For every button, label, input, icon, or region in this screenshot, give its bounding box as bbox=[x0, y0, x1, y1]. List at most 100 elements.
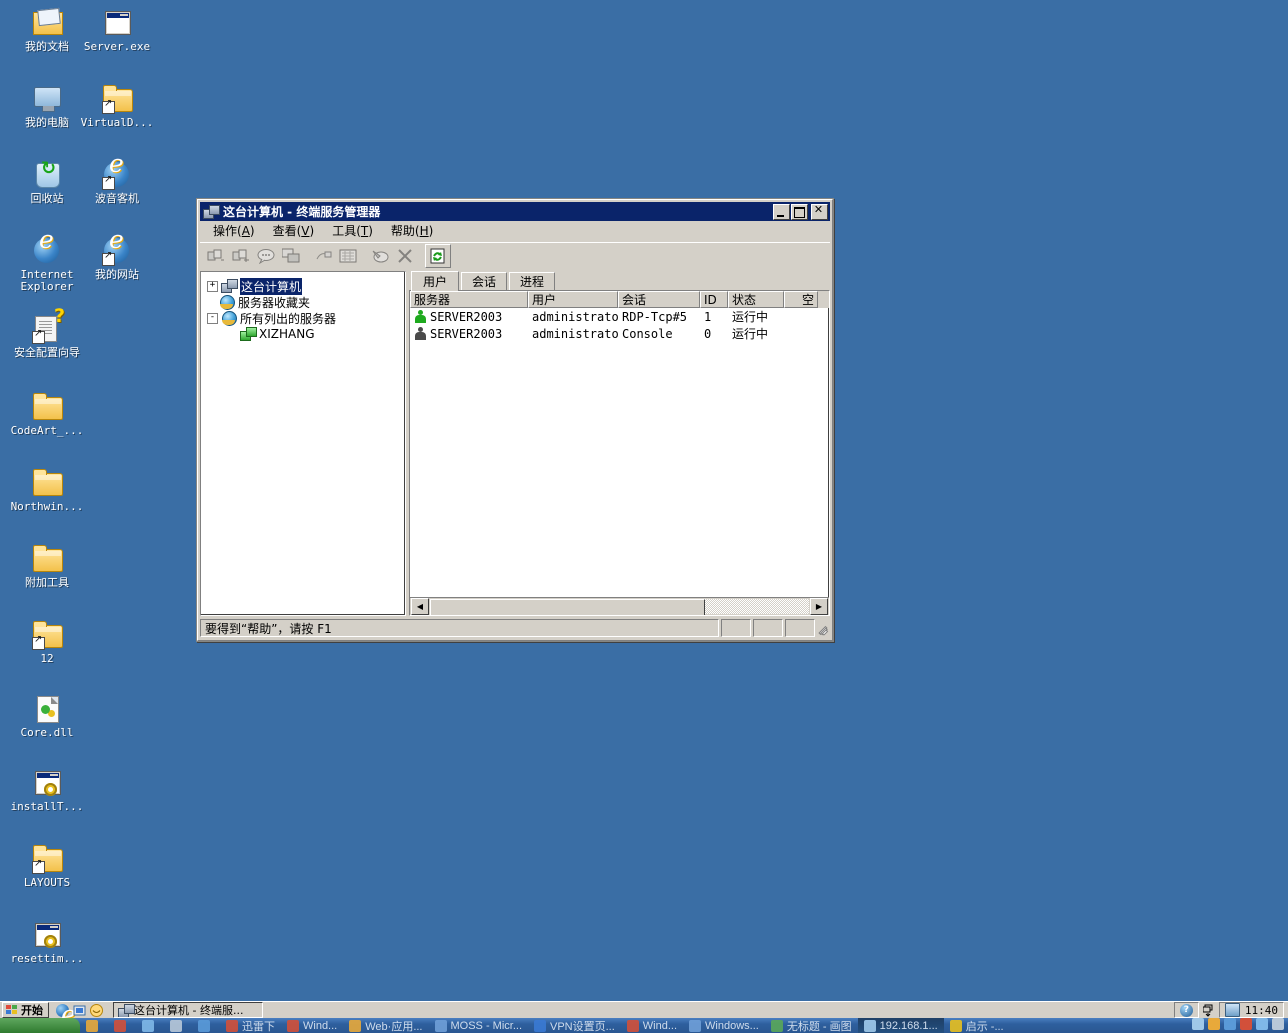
tree-node-3[interactable]: XIZHANG bbox=[207, 326, 405, 342]
window-controls[interactable]: ✕ bbox=[773, 203, 828, 220]
host-task-items[interactable]: 迅雷下 Wind... Web·应用... MOSS - Micr... VPN设置页.… bbox=[80, 1018, 1288, 1033]
taskbar[interactable]: 开始 这台计算机 - 终端服... ? 11:40 bbox=[0, 1000, 1288, 1029]
column-header-1[interactable]: 用户 bbox=[528, 291, 618, 308]
terminal-services-manager-window[interactable]: 这台计算机 - 终端服务管理器 ✕ 操作(A) 查看(V) 工具(T) 帮助(H) +… bbox=[196, 198, 834, 642]
title-bar[interactable]: 这台计算机 - 终端服务管理器 ✕ bbox=[200, 202, 830, 221]
clock-tray-box[interactable]: 11:40 bbox=[1218, 1002, 1284, 1018]
host-task-item-13[interactable]: 192.168.1... bbox=[857, 1018, 944, 1033]
column-header-4[interactable]: 状态 bbox=[728, 291, 784, 308]
desktop-icon-6[interactable]: Internet Explorer bbox=[8, 234, 86, 293]
resize-grip-icon[interactable] bbox=[818, 622, 830, 635]
server-tree-pane[interactable]: + 这台计算机 服务器收藏夹 - 所有列出的服务器 XIZHANG bbox=[200, 271, 406, 616]
desktop-icon-0[interactable]: 我的文档 bbox=[8, 6, 86, 53]
tool-bar[interactable] bbox=[200, 242, 830, 269]
network-icon[interactable] bbox=[1224, 1003, 1240, 1017]
dll-icon bbox=[31, 692, 63, 724]
system-tray[interactable]: ? 11:40 bbox=[1172, 1002, 1288, 1018]
tree-node-1[interactable]: 服务器收藏夹 bbox=[207, 294, 405, 310]
server-tree[interactable]: + 这台计算机 服务器收藏夹 - 所有列出的服务器 XIZHANG bbox=[201, 272, 405, 342]
menu-item-0[interactable]: 操作(A) bbox=[204, 220, 264, 241]
tree-node-0[interactable]: + 这台计算机 bbox=[207, 277, 405, 295]
host-tray-icon-0[interactable] bbox=[1192, 1018, 1204, 1030]
maximize-button[interactable] bbox=[791, 203, 808, 220]
scroll-right-button[interactable]: ▶ bbox=[810, 598, 828, 615]
desktop-icon-4[interactable]: 回收站 bbox=[8, 158, 86, 205]
menu-item-2[interactable]: 工具(T) bbox=[323, 220, 382, 241]
host-task-item-7[interactable]: Web·应用... bbox=[343, 1018, 428, 1033]
desktop-icon-15[interactable]: LAYOUTS bbox=[8, 842, 86, 889]
tray-box[interactable]: ? bbox=[1173, 1002, 1199, 1018]
desktop-icon-11[interactable]: 附加工具 bbox=[8, 542, 86, 589]
scrollbar-track[interactable] bbox=[430, 599, 809, 615]
users-list-view[interactable]: 服务器 用户 会话 ID 状态空 SERVER2003 administrator RDP-… bbox=[409, 290, 830, 616]
tree-expander[interactable]: + bbox=[207, 280, 218, 292]
host-system-tray[interactable] bbox=[1192, 1018, 1288, 1030]
menu-item-1[interactable]: 查看(V) bbox=[264, 220, 324, 241]
host-task-item-12[interactable]: 无标题 - 画图 bbox=[765, 1018, 858, 1033]
column-header-3[interactable]: ID bbox=[700, 291, 728, 308]
host-task-item-4[interactable] bbox=[192, 1018, 220, 1033]
column-header-5[interactable]: 空 bbox=[784, 291, 818, 308]
start-button[interactable]: 开始 bbox=[2, 1002, 49, 1018]
column-header-0[interactable]: 服务器 bbox=[410, 291, 528, 308]
tab-0[interactable]: 用户 bbox=[411, 271, 460, 291]
desktop-icon-14[interactable]: installT... bbox=[8, 766, 86, 813]
minimize-button[interactable] bbox=[773, 203, 790, 220]
tab-strip[interactable]: 用户 会话 进程 bbox=[409, 271, 830, 291]
menu-bar[interactable]: 操作(A) 查看(V) 工具(T) 帮助(H) bbox=[198, 221, 832, 241]
taskbar-task-0[interactable]: 这台计算机 - 终端服... bbox=[113, 1002, 263, 1018]
host-task-item-11[interactable]: Windows... bbox=[683, 1018, 765, 1033]
host-task-item-14[interactable]: 启示 -... bbox=[944, 1018, 1010, 1033]
host-task-item-6[interactable]: Wind... bbox=[281, 1018, 343, 1033]
taskbar-clock[interactable]: 11:40 bbox=[1245, 1004, 1278, 1017]
host-tray-icon-1[interactable] bbox=[1208, 1018, 1220, 1030]
host-tray-icon-2[interactable] bbox=[1224, 1018, 1236, 1030]
media-quicklaunch-icon[interactable] bbox=[90, 1003, 103, 1017]
help-icon[interactable]: ? bbox=[1179, 1003, 1193, 1017]
host-task-item-1[interactable] bbox=[108, 1018, 136, 1033]
scrollbar-thumb[interactable] bbox=[430, 599, 705, 615]
host-task-item-3[interactable] bbox=[164, 1018, 192, 1033]
tab-1[interactable]: 会话 bbox=[461, 272, 508, 290]
scroll-left-button[interactable]: ◀ bbox=[411, 598, 429, 615]
horizontal-scrollbar[interactable]: ◀ ▶ bbox=[410, 597, 829, 615]
host-task-item-8[interactable]: MOSS - Micr... bbox=[429, 1018, 529, 1033]
quick-launch-bar[interactable] bbox=[51, 1000, 108, 1029]
show-desktop-icon[interactable] bbox=[73, 1004, 86, 1017]
table-row[interactable]: SERVER2003 administrator Console 0 运行中 bbox=[410, 325, 829, 342]
tab-2[interactable]: 进程 bbox=[509, 272, 556, 290]
desktop-icon-7[interactable]: 我的网站 bbox=[78, 234, 156, 281]
desktop-icon-5[interactable]: 波音客机 bbox=[78, 158, 156, 205]
host-taskbar[interactable]: 迅雷下 Wind... Web·应用... MOSS - Micr... VPN设置页.… bbox=[0, 1018, 1288, 1033]
menu-item-3[interactable]: 帮助(H) bbox=[382, 220, 442, 241]
desktop-icon-2[interactable]: 我的电脑 bbox=[8, 82, 86, 129]
desktop-icon-12[interactable]: 12 bbox=[8, 618, 86, 665]
desktop-icon-3[interactable]: VirtualD... bbox=[78, 82, 156, 129]
host-task-item-9[interactable]: VPN设置页... bbox=[528, 1018, 621, 1033]
task-buttons[interactable]: 这台计算机 - 终端服... bbox=[108, 1002, 263, 1018]
host-tray-icon-5[interactable] bbox=[1272, 1018, 1284, 1030]
desktop-icon-9[interactable]: CodeArt_... bbox=[8, 390, 86, 437]
connection-bar-icon[interactable] bbox=[1202, 1004, 1215, 1017]
column-header-2[interactable]: 会话 bbox=[618, 291, 700, 308]
host-task-item-2[interactable] bbox=[136, 1018, 164, 1033]
host-task-item-0[interactable] bbox=[80, 1018, 108, 1033]
list-rows[interactable]: SERVER2003 administrator RDP-Tcp#5 1 运行中 SERV… bbox=[410, 308, 829, 597]
ie-quicklaunch-icon[interactable] bbox=[56, 1000, 76, 1029]
column-header-row[interactable]: 服务器 用户 会话 ID 状态空 bbox=[410, 291, 829, 308]
host-task-item-5[interactable]: 迅雷下 bbox=[220, 1018, 281, 1033]
desktop-icon-13[interactable]: Core.dll bbox=[8, 692, 86, 739]
host-task-item-10[interactable]: Wind... bbox=[621, 1018, 683, 1033]
tree-expander[interactable]: - bbox=[207, 312, 218, 324]
refresh-button[interactable] bbox=[425, 244, 451, 268]
host-tray-icon-4[interactable] bbox=[1256, 1018, 1268, 1030]
desktop-icon-16[interactable]: resettim... bbox=[8, 918, 86, 965]
desktop-icon-8[interactable]: 安全配置向导 bbox=[8, 310, 86, 359]
table-row[interactable]: SERVER2003 administrator RDP-Tcp#5 1 运行中 bbox=[410, 308, 829, 325]
desktop-icon-10[interactable]: Northwin... bbox=[8, 466, 86, 513]
host-tray-icon-3[interactable] bbox=[1240, 1018, 1252, 1030]
close-button[interactable]: ✕ bbox=[811, 203, 828, 220]
desktop-icon-1[interactable]: Server.exe bbox=[78, 6, 156, 53]
tree-node-2[interactable]: - 所有列出的服务器 bbox=[207, 310, 405, 326]
host-start-button[interactable] bbox=[0, 1018, 80, 1033]
